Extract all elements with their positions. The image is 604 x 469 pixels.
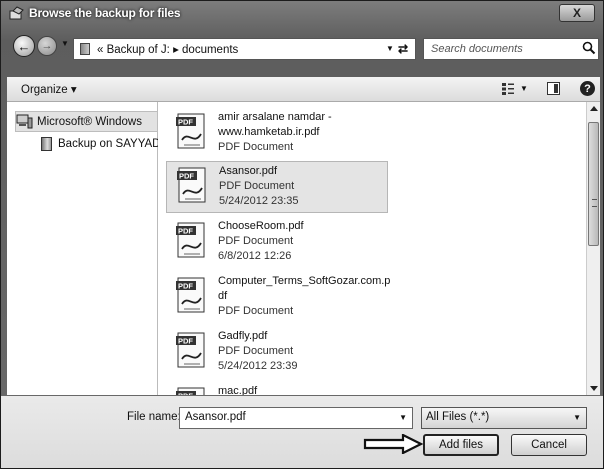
search-icon[interactable]: [582, 41, 596, 55]
close-icon: X: [572, 6, 581, 20]
file-name: Asansor.pdf: [219, 165, 278, 177]
file-name: df: [218, 290, 228, 302]
file-type: PDF Document: [218, 305, 294, 317]
navigation-pane: Microsoft® Windows Backup on SAYYAD: [7, 102, 161, 395]
list-item[interactable]: PDF mac.pdf: [166, 382, 388, 395]
scroll-down-icon[interactable]: [590, 386, 598, 391]
svg-text:PDF: PDF: [178, 392, 193, 396]
search-placeholder: Search documents: [431, 43, 523, 55]
file-date: 5/24/2012 23:35: [219, 195, 299, 207]
navigation-bar: ← → ▼ « Backup of J: ▸ documents ▼ ⇄ Sea…: [1, 27, 603, 61]
file-name: mac.pdf: [218, 385, 258, 395]
view-dropdown-icon[interactable]: ▼: [520, 84, 528, 93]
back-arrow-icon: ←: [17, 38, 31, 54]
file-name: ChooseRoom.pdf: [218, 220, 304, 232]
pdf-icon: PDF: [176, 113, 205, 149]
file-name: amir arsalane namdar -: [218, 111, 332, 123]
sidebar-item-windows[interactable]: Microsoft® Windows: [15, 111, 158, 132]
grip-icon: [592, 199, 597, 207]
refresh-icon: ⇄: [397, 42, 409, 56]
pdf-icon: PDF: [177, 167, 206, 203]
file-name-label: File name:: [127, 411, 181, 423]
file-name-dropdown-icon[interactable]: ▼: [399, 413, 407, 422]
close-button[interactable]: X: [559, 4, 595, 22]
sidebar-item-backup[interactable]: Backup on SAYYAD: [41, 135, 161, 153]
file-type: PDF Document: [218, 235, 294, 247]
file-name-value: Asansor.pdf: [185, 411, 246, 423]
file-date: 5/24/2012 23:39: [218, 360, 298, 372]
cancel-button[interactable]: Cancel: [511, 434, 587, 456]
recent-locations-dropdown[interactable]: ▼: [61, 39, 69, 48]
svg-text:PDF: PDF: [178, 337, 193, 346]
svg-text:PDF: PDF: [178, 118, 193, 127]
folder-icon: [80, 43, 90, 55]
vertical-scrollbar[interactable]: [586, 102, 600, 395]
preview-pane-icon[interactable]: [547, 82, 560, 95]
file-type-value: All Files (*.*): [426, 411, 490, 423]
file-date: 6/8/2012 12:26: [218, 250, 292, 262]
window-title: Browse the backup for files: [29, 6, 181, 20]
forward-arrow-icon: →: [41, 40, 53, 52]
drive-icon: [41, 137, 52, 151]
right-arrow-icon: [363, 434, 424, 454]
view-options-icon[interactable]: [501, 82, 515, 96]
file-type-select[interactable]: All Files (*.*) ▼: [421, 407, 587, 429]
scroll-up-icon[interactable]: [590, 106, 598, 111]
file-name: Gadfly.pdf: [218, 330, 268, 342]
sidebar-item-label: Backup on SAYYAD: [58, 138, 161, 150]
file-name: Computer_Terms_SoftGozar.com.p: [218, 275, 391, 287]
address-bar[interactable]: « Backup of J: ▸ documents ▼: [73, 38, 416, 60]
file-type: PDF Document: [219, 180, 295, 192]
svg-text:PDF: PDF: [178, 227, 193, 236]
back-button[interactable]: ←: [13, 35, 35, 57]
list-item[interactable]: PDF amir arsalane namdar - www.hamketab.…: [166, 108, 388, 160]
list-item[interactable]: PDF Gadfly.pdf PDF Document 5/24/2012 23…: [166, 327, 388, 379]
add-files-button[interactable]: Add files: [423, 434, 499, 456]
chevron-down-icon: ▼: [573, 413, 581, 422]
svg-text:PDF: PDF: [178, 282, 193, 291]
file-name: www.hamketab.ir.pdf: [218, 126, 320, 138]
file-name-field[interactable]: Asansor.pdf ▼: [179, 407, 413, 429]
file-list: PDF amir arsalane namdar - www.hamketab.…: [158, 102, 586, 395]
organize-menu[interactable]: Organize ▾: [21, 82, 77, 96]
list-item-selected[interactable]: PDF Asansor.pdf PDF Document 5/24/2012 2…: [166, 161, 388, 213]
browse-dialog: Browse the backup for files X ← → ▼ « Ba…: [0, 0, 604, 469]
pdf-icon: PDF: [176, 387, 205, 396]
computer-icon: [16, 114, 33, 129]
pdf-icon: PDF: [176, 222, 205, 258]
pdf-icon: PDF: [176, 332, 205, 368]
search-input[interactable]: Search documents: [423, 38, 599, 60]
pdf-icon: PDF: [176, 277, 205, 313]
svg-text:PDF: PDF: [179, 172, 194, 181]
sidebar-item-label: Microsoft® Windows: [37, 115, 142, 128]
file-type: PDF Document: [218, 141, 294, 153]
file-type: PDF Document: [218, 345, 294, 357]
help-icon[interactable]: ?: [580, 81, 595, 96]
dialog-footer: File name: Asansor.pdf ▼ All Files (*.*)…: [1, 396, 603, 468]
breadcrumb[interactable]: « Backup of J: ▸ documents: [97, 42, 238, 56]
scrollbar-thumb[interactable]: [588, 122, 599, 246]
list-item[interactable]: PDF ChooseRoom.pdf PDF Document 6/8/2012…: [166, 217, 388, 269]
title-bar: Browse the backup for files X: [1, 1, 603, 27]
command-bar: Organize ▾ ▼ ?: [7, 77, 600, 102]
backup-app-icon: [9, 6, 24, 20]
refresh-button[interactable]: ⇄: [391, 38, 415, 60]
forward-button[interactable]: →: [37, 36, 57, 56]
list-item[interactable]: PDF Computer_Terms_SoftGozar.com.p df PD…: [166, 272, 391, 324]
